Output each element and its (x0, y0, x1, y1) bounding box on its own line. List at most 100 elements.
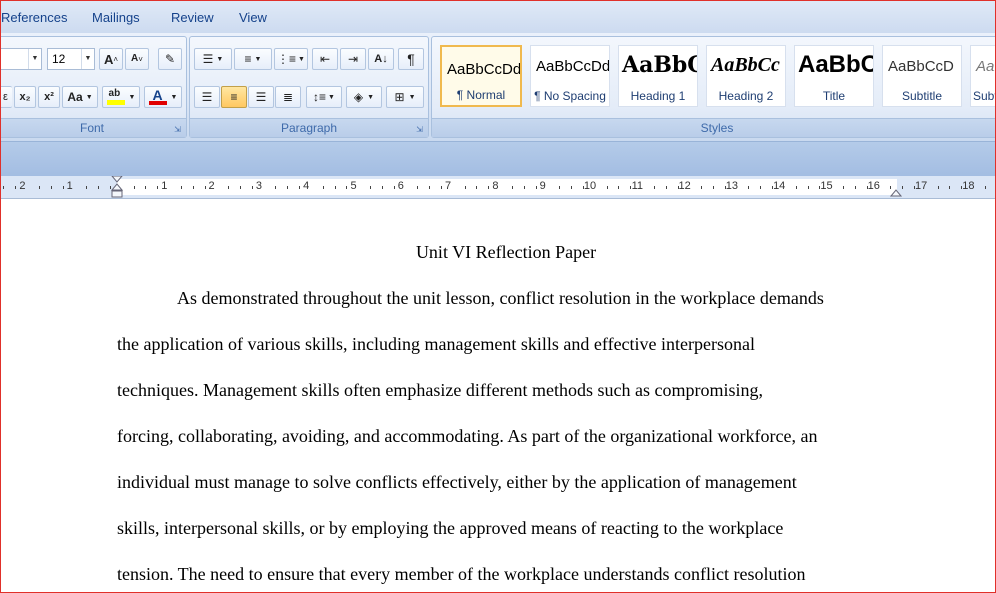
ruler-tick (571, 186, 572, 189)
ruler-tick (51, 186, 52, 189)
font-name-combo[interactable]: ▼ (1, 48, 42, 70)
style-heading-2[interactable]: AaBbCc Heading 2 (706, 45, 786, 107)
chevron-down-icon: ▼ (216, 55, 224, 63)
ruler-number: 6 (397, 180, 404, 192)
ruler-tick (985, 186, 986, 189)
bullets-button[interactable]: ☰ ▼ (194, 48, 232, 70)
styles-group: AaBbCcDd ¶ Normal AaBbCcDd ¶ No Spacing … (431, 36, 995, 138)
clear-formatting-button[interactable]: ✎ (158, 48, 182, 70)
font-group-label: Font (1, 118, 186, 137)
numbering-button[interactable]: ≡ ▼ (234, 48, 272, 70)
ruler-tick (86, 186, 87, 189)
tab-review[interactable]: Review (171, 10, 214, 25)
show-formatting-button[interactable]: ¶ (398, 48, 424, 70)
align-center-icon: ≡ (230, 90, 238, 104)
sort-az-icon: A↓ (374, 52, 388, 65)
ruler-number: 2 (208, 180, 215, 192)
caret-down-icon: ˅ (138, 54, 143, 64)
app-window: References Mailings Review View ▼ 12 ▼ A… (0, 0, 996, 593)
decrease-indent-button[interactable]: ⇤ (312, 48, 338, 70)
sort-button[interactable]: A↓ (368, 48, 394, 70)
ruler-tick (748, 186, 749, 189)
ruler-tick (961, 186, 962, 189)
font-color-icon: A (148, 87, 167, 106)
numbered-list-icon: ≡ (244, 52, 252, 66)
ruler-tick (902, 186, 903, 189)
ruler-tick (607, 186, 608, 189)
paragraph-line: the application of various skills, inclu… (117, 334, 755, 354)
ruler-tick (275, 186, 276, 189)
paragraph-group: ☰ ▼ ≡ ▼ ⋮≡ ▼ ⇤ ⇥ A↓ ¶ ☰ ≡ ☰ ≣ ↕≡ ▼ ◈ ▼ ⊞… (189, 36, 429, 138)
paragraph-line: techniques. Management skills often emph… (117, 380, 764, 400)
paragraph-line: forcing, collaborating, avoiding, and ac… (117, 426, 818, 446)
ruler-tick (98, 186, 99, 189)
shading-button[interactable]: ◈ ▼ (346, 86, 382, 108)
ruler-number: 12 (678, 180, 691, 192)
ruler-tick (63, 186, 64, 189)
ruler-number: 9 (539, 180, 546, 192)
document-page[interactable]: Unit VI Reflection Paper As demonstrated… (1, 199, 995, 592)
ruler-number: 17 (914, 180, 928, 192)
align-center-button[interactable]: ≡ (221, 86, 247, 108)
ruler-tick (666, 186, 667, 189)
font-color-button[interactable]: A ▼ (144, 86, 182, 108)
dialog-launcher-icon[interactable]: ⇲ (173, 125, 182, 134)
ruler-number: 5 (350, 180, 357, 192)
borders-button[interactable]: ⊞ ▼ (386, 86, 424, 108)
bullet-list-icon: ☰ (202, 52, 214, 66)
grow-font-button[interactable]: A ˄ (99, 48, 123, 70)
line-spacing-button[interactable]: ↕≡ ▼ (306, 86, 342, 108)
tab-references[interactable]: References (1, 10, 67, 25)
highlighter-icon: ab (106, 88, 125, 106)
chevron-down-icon: ▼ (328, 93, 335, 101)
paragraph-line: skills, interpersonal skills, or by empl… (117, 518, 784, 538)
chevron-down-icon: ▼ (128, 93, 136, 101)
border-grid-icon: ⊞ (394, 90, 405, 104)
ruler-tick (559, 186, 560, 189)
change-case-button[interactable]: Aa ▼ (62, 86, 98, 108)
strikethrough-button[interactable]: ε (1, 86, 12, 108)
line-spacing-icon: ↕≡ (313, 90, 327, 104)
highlight-color-button[interactable]: ab ▼ (102, 86, 140, 108)
font-size-combo[interactable]: 12 ▼ (47, 48, 95, 70)
ribbon: ▼ 12 ▼ A ˄ A ˅ ✎ ε x₂ x² Aa ▼ ab ▼ A ▼ F… (1, 33, 995, 142)
pilcrow-icon: ¶ (407, 51, 415, 67)
ruler-tick (949, 186, 950, 189)
multilevel-list-icon: ⋮≡ (277, 52, 297, 66)
ruler-number: 14 (773, 180, 786, 192)
ruler-number: 15 (820, 180, 833, 192)
shrink-font-button[interactable]: A ˅ (125, 48, 149, 70)
dialog-launcher-icon[interactable]: ⇲ (415, 125, 424, 134)
ruler-number: 8 (492, 180, 499, 192)
ruler-tick (819, 186, 820, 189)
ruler-number: 10 (583, 180, 597, 192)
style-normal[interactable]: AaBbCcDd ¶ Normal (440, 45, 522, 107)
style-subtle-emphasis[interactable]: AaBbCcD Subt (970, 45, 995, 107)
paragraph-line: individual must manage to solve conflict… (117, 472, 797, 492)
style-subtitle[interactable]: AaBbCcD Subtitle (882, 45, 962, 107)
tab-mailings[interactable]: Mailings (92, 10, 140, 25)
chevron-down-icon[interactable]: ▼ (81, 49, 94, 69)
superscript-button[interactable]: x² (38, 86, 60, 108)
ruler-tick (512, 186, 513, 189)
subscript-button[interactable]: x₂ (14, 86, 36, 108)
increase-indent-button[interactable]: ⇥ (340, 48, 366, 70)
chevron-down-icon: ▼ (170, 93, 178, 101)
style-no-spacing[interactable]: AaBbCcDd ¶ No Spacing (530, 45, 610, 107)
ruler-number: 2 (19, 180, 26, 192)
eraser-icon: ✎ (164, 52, 176, 66)
ruler-tick (701, 186, 702, 189)
ruler-number: 3 (255, 180, 262, 192)
justify-button[interactable]: ≣ (275, 86, 301, 108)
chevron-down-icon[interactable]: ▼ (28, 49, 41, 69)
ruler-tick (157, 186, 158, 189)
tab-view[interactable]: View (239, 10, 267, 25)
right-indent-marker[interactable] (890, 184, 902, 198)
horizontal-ruler[interactable]: 2 1 1 2 3 4 5 6 7 8 9 10 11 12 13 14 15 16 17 18 (1, 176, 995, 199)
first-line-indent-marker[interactable] (111, 176, 123, 198)
style-title[interactable]: AaBbC Title (794, 45, 874, 107)
align-right-button[interactable]: ☰ (248, 86, 274, 108)
style-heading-1[interactable]: AaBbC Heading 1 (618, 45, 698, 107)
align-left-button[interactable]: ☰ (194, 86, 220, 108)
multilevel-list-button[interactable]: ⋮≡ ▼ (274, 48, 308, 70)
